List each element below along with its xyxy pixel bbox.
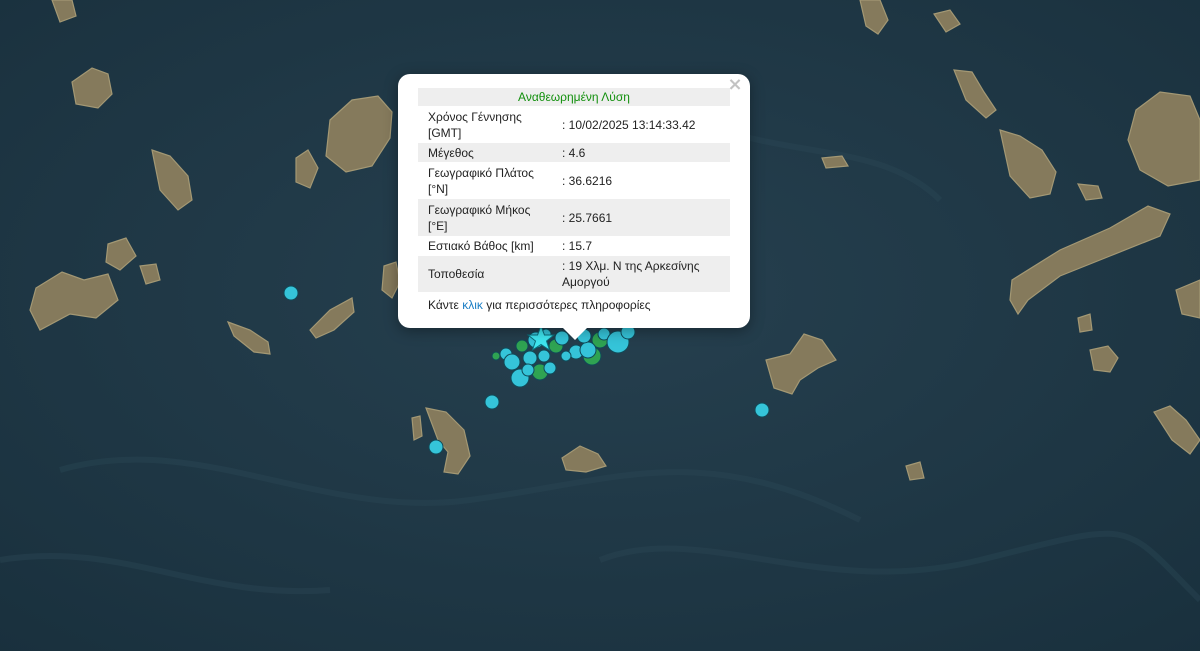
quake-marker[interactable]	[503, 353, 521, 371]
row-label: Εστιακό Βάθος [km]	[428, 239, 534, 253]
quake-marker[interactable]	[543, 361, 557, 375]
table-row: Χρόνος Γέννησης [GMT] : 10/02/2025 13:14…	[418, 106, 730, 143]
row-label: Τοποθεσία	[418, 256, 552, 292]
table-row: Μέγεθος : 4.6	[418, 143, 730, 162]
row-label: Χρόνος Γέννησης [GMT]	[428, 109, 522, 140]
row-value: : 4.6	[552, 143, 730, 162]
quake-marker[interactable]	[428, 439, 444, 455]
earthquake-popup: × Αναθεωρημένη Λύση Χρόνος Γέννησης [GMT…	[398, 74, 750, 340]
quake-marker[interactable]	[491, 351, 501, 361]
table-row: Τοποθεσία : 19 Χλμ. Ν της Αρκεσίνης Αμορ…	[418, 256, 730, 292]
popup-title: Αναθεωρημένη Λύση	[418, 88, 730, 106]
quake-marker[interactable]	[579, 341, 597, 359]
popup-tip	[563, 328, 587, 340]
quake-marker[interactable]	[484, 394, 500, 410]
row-value: : 19 Χλμ. Ν της Αρκεσίνης Αμοργού	[552, 256, 730, 292]
close-icon[interactable]: ×	[726, 76, 744, 94]
quake-marker[interactable]	[283, 285, 299, 301]
table-row: Γεωγραφικό Πλάτος [°N] : 36.6216	[418, 162, 730, 199]
more-info-text: Κάντε κλικ για περισσότερες πληροφορίες	[418, 292, 730, 313]
quake-marker[interactable]	[754, 402, 770, 418]
more-info-suffix: για περισσότερες πληροφορίες	[482, 298, 651, 312]
island-small-4	[1077, 313, 1093, 333]
row-label: Γεωγραφικό Μήκος [°E]	[418, 199, 552, 236]
more-info-prefix: Κάντε	[428, 298, 463, 312]
row-value: : 36.6216	[562, 173, 613, 188]
table-row: Γεωγραφικό Μήκος [°E] : 25.7661	[418, 199, 730, 236]
quake-marker[interactable]	[521, 363, 535, 377]
event-info-table: Χρόνος Γέννησης [GMT] : 10/02/2025 13:14…	[418, 106, 730, 292]
row-value: : 10/02/2025 13:14:33.42	[562, 117, 696, 132]
quake-marker[interactable]	[560, 350, 572, 362]
table-row: Εστιακό Βάθος [km] : 15.7	[418, 236, 730, 256]
row-label: Μέγεθος	[418, 143, 552, 162]
row-value: : 25.7661	[552, 199, 730, 236]
quake-marker[interactable]	[522, 350, 538, 366]
more-info-link[interactable]: κλικ	[462, 298, 483, 312]
quake-marker[interactable]	[537, 349, 551, 363]
island-therasia	[411, 415, 423, 441]
quake-marker[interactable]	[515, 339, 529, 353]
row-label: Γεωγραφικό Πλάτος [°N]	[428, 165, 534, 196]
row-value: : 15.7	[562, 239, 593, 253]
